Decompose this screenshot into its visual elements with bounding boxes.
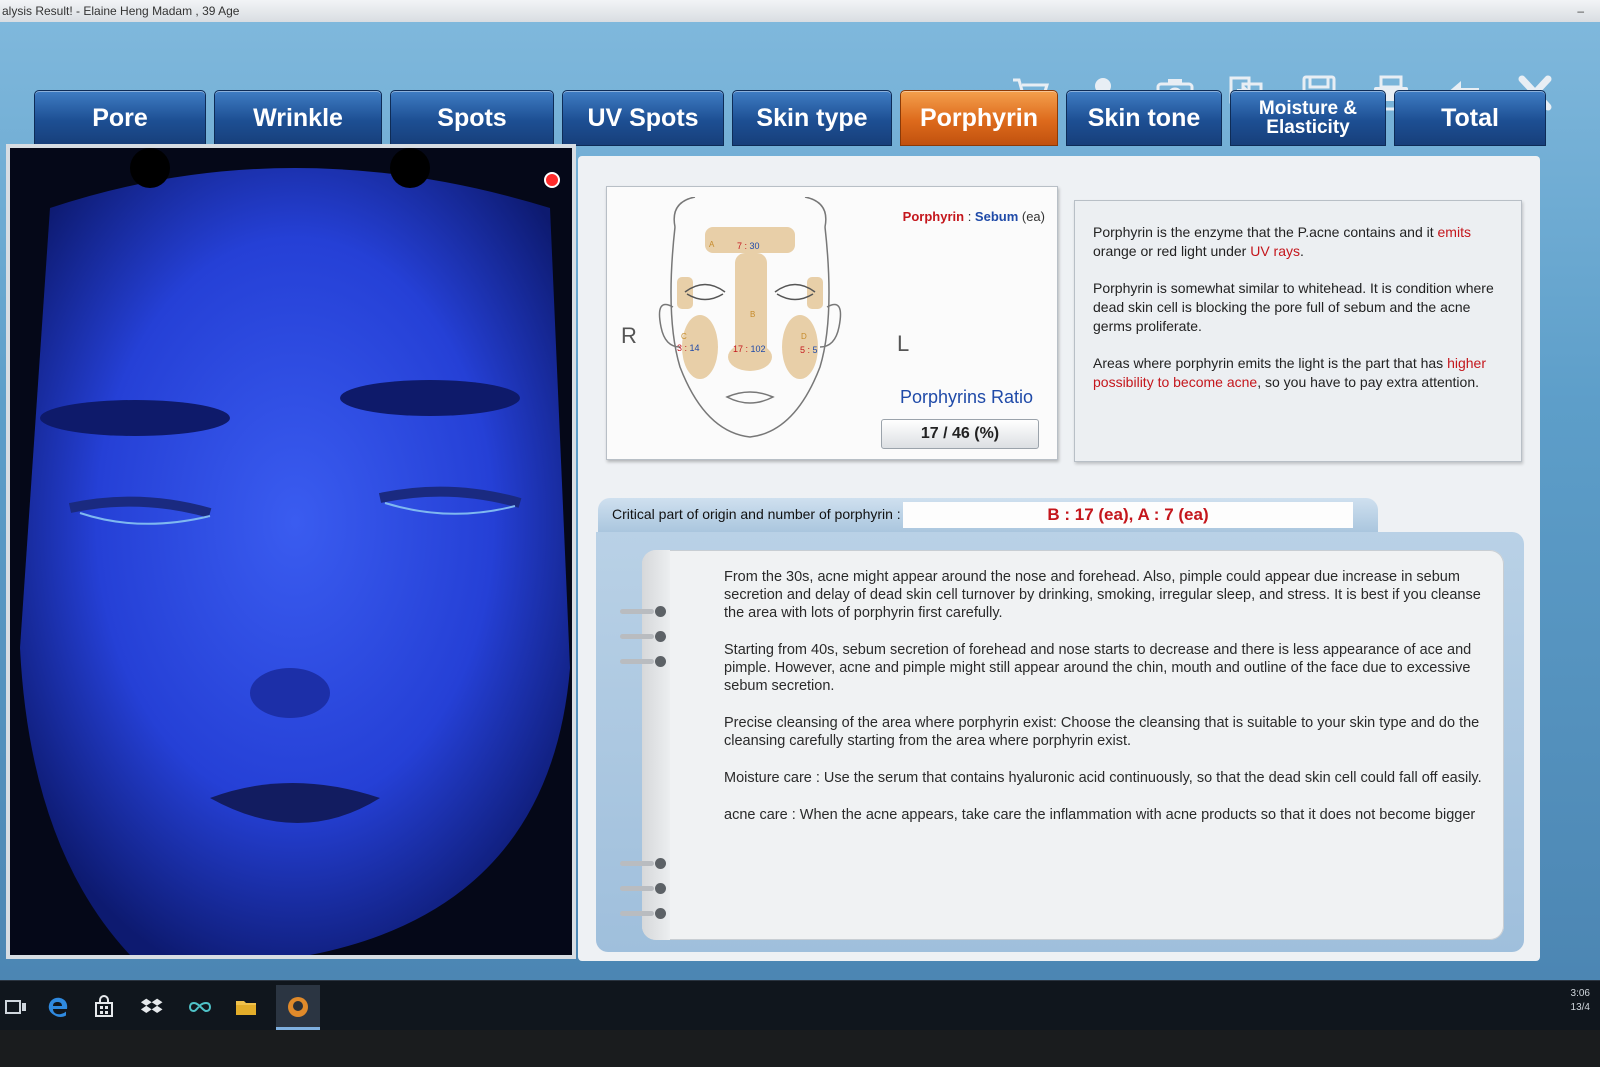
- tab-wrinkle[interactable]: Wrinkle: [214, 90, 382, 146]
- svg-text:3 : 14: 3 : 14: [677, 343, 700, 353]
- tab-total[interactable]: Total: [1394, 90, 1546, 146]
- porphyrin-info-box: Porphyrin is the enzyme that the P.acne …: [1074, 200, 1522, 462]
- binder-ring: [620, 631, 666, 642]
- svg-text:5 : 5: 5 : 5: [800, 345, 818, 355]
- tab-skin-tone[interactable]: Skin tone: [1066, 90, 1222, 146]
- face-uv-photo: [6, 144, 576, 959]
- svg-text:A: A: [709, 240, 715, 249]
- face-outline-diagram: A 7 : 30 B 17 : 102 C 3 : 14 D 5 : 5: [658, 197, 842, 438]
- svg-text:B: B: [750, 310, 755, 319]
- legend-porphyrin: Porphyrin: [902, 209, 965, 224]
- face-image: [10, 148, 572, 955]
- info-paragraph-1: Porphyrin is the enzyme that the P.acne …: [1093, 223, 1503, 261]
- critical-part-label: Critical part of origin and number of po…: [612, 506, 901, 522]
- clock-date: 13/4: [1570, 1002, 1590, 1013]
- critical-part-value: B : 17 (ea), A : 7 (ea): [903, 502, 1353, 528]
- analysis-tabs: Pore Wrinkle Spots UV Spots Skin type Po…: [34, 90, 1574, 148]
- system-tray-clock[interactable]: 3:06 13/4: [1571, 987, 1590, 1015]
- note-paragraph: acne care : When the acne appears, take …: [724, 807, 1476, 823]
- porphyrins-ratio-value: 17 / 46 (%): [881, 419, 1039, 449]
- monitor-bezel: [0, 1030, 1600, 1067]
- critical-part-bar: Critical part of origin and number of po…: [598, 498, 1378, 532]
- store-icon[interactable]: [92, 995, 116, 1019]
- advice-notes-panel: From the 30s, acne might appear around t…: [596, 532, 1524, 952]
- note-paragraph: Starting from 40s, sebum secretion of fo…: [724, 642, 1472, 694]
- right-side-label: R: [621, 323, 637, 348]
- binder-ring: [620, 883, 666, 894]
- advice-notes-text: From the 30s, acne might appear around t…: [724, 568, 1484, 843]
- info-text: Porphyrin is the enzyme that the P.acne …: [1093, 224, 1438, 240]
- info-text: Areas where porphyrin emits the light is…: [1093, 355, 1448, 371]
- note-paragraph: From the 30s, acne might appear around t…: [724, 569, 1481, 621]
- legend-separator: :: [964, 209, 975, 224]
- svg-text:17 : 102: 17 : 102: [733, 344, 766, 354]
- tab-moisture-elasticity[interactable]: Moisture & Elasticity: [1230, 90, 1386, 146]
- edge-icon[interactable]: [46, 995, 70, 1019]
- left-side-label: L: [897, 331, 910, 356]
- clock-time: 3:06: [1570, 988, 1590, 999]
- legend-sebum: Sebum: [974, 209, 1019, 224]
- porphyrin-result-panel: A 7 : 30 B 17 : 102 C 3 : 14 D 5 : 5 R L…: [578, 156, 1540, 961]
- windows-taskbar: 3:06 13/4: [0, 980, 1600, 1031]
- skin-analyzer-app-icon[interactable]: [286, 995, 310, 1019]
- tab-skin-type[interactable]: Skin type: [732, 90, 892, 146]
- tab-porphyrin[interactable]: Porphyrin: [900, 90, 1058, 146]
- svg-text:C: C: [681, 332, 687, 341]
- recording-indicator: [544, 172, 560, 188]
- info-text: orange or red light under: [1093, 243, 1251, 259]
- tab-uv-spots[interactable]: UV Spots: [562, 90, 724, 146]
- window-title: alysis Result! - Elaine Heng Madam , 39 …: [2, 4, 240, 18]
- info-highlight: emits: [1437, 224, 1471, 240]
- tab-pore[interactable]: Pore: [34, 90, 206, 146]
- info-text: , so you have to pay extra attention.: [1257, 374, 1480, 390]
- note-paragraph: Precise cleansing of the area where porp…: [724, 715, 1480, 749]
- binder-ring: [620, 858, 666, 869]
- info-paragraph-3: Areas where porphyrin emits the light is…: [1093, 354, 1503, 392]
- binder-ring: [620, 908, 666, 919]
- window-titlebar: alysis Result! - Elaine Heng Madam , 39 …: [0, 0, 1600, 23]
- dropbox-icon[interactable]: [140, 995, 164, 1019]
- info-text: .: [1300, 243, 1304, 259]
- minimize-button[interactable]: –: [1577, 0, 1584, 22]
- tab-spots[interactable]: Spots: [390, 90, 554, 146]
- svg-text:D: D: [801, 332, 807, 341]
- info-highlight: UV rays: [1250, 243, 1301, 259]
- diagram-legend: Porphyrin : Sebum (ea): [903, 209, 1045, 224]
- folder-icon[interactable]: [234, 995, 258, 1019]
- face-zone-diagram: A 7 : 30 B 17 : 102 C 3 : 14 D 5 : 5 R L…: [606, 186, 1058, 460]
- porphyrins-ratio-label: Porphyrins Ratio: [899, 387, 1033, 407]
- binder-ring: [620, 606, 666, 617]
- svg-text:7 : 30: 7 : 30: [737, 241, 760, 251]
- info-paragraph-2: Porphyrin is somewhat similar to whitehe…: [1093, 280, 1494, 334]
- legend-unit: (ea): [1018, 209, 1045, 224]
- task-view-icon[interactable]: [4, 995, 28, 1019]
- note-paragraph: Moisture care : Use the serum that conta…: [724, 770, 1482, 786]
- app-window: Pore Wrinkle Spots UV Spots Skin type Po…: [0, 22, 1600, 980]
- infinity-icon[interactable]: [188, 995, 212, 1019]
- binder-ring: [620, 656, 666, 667]
